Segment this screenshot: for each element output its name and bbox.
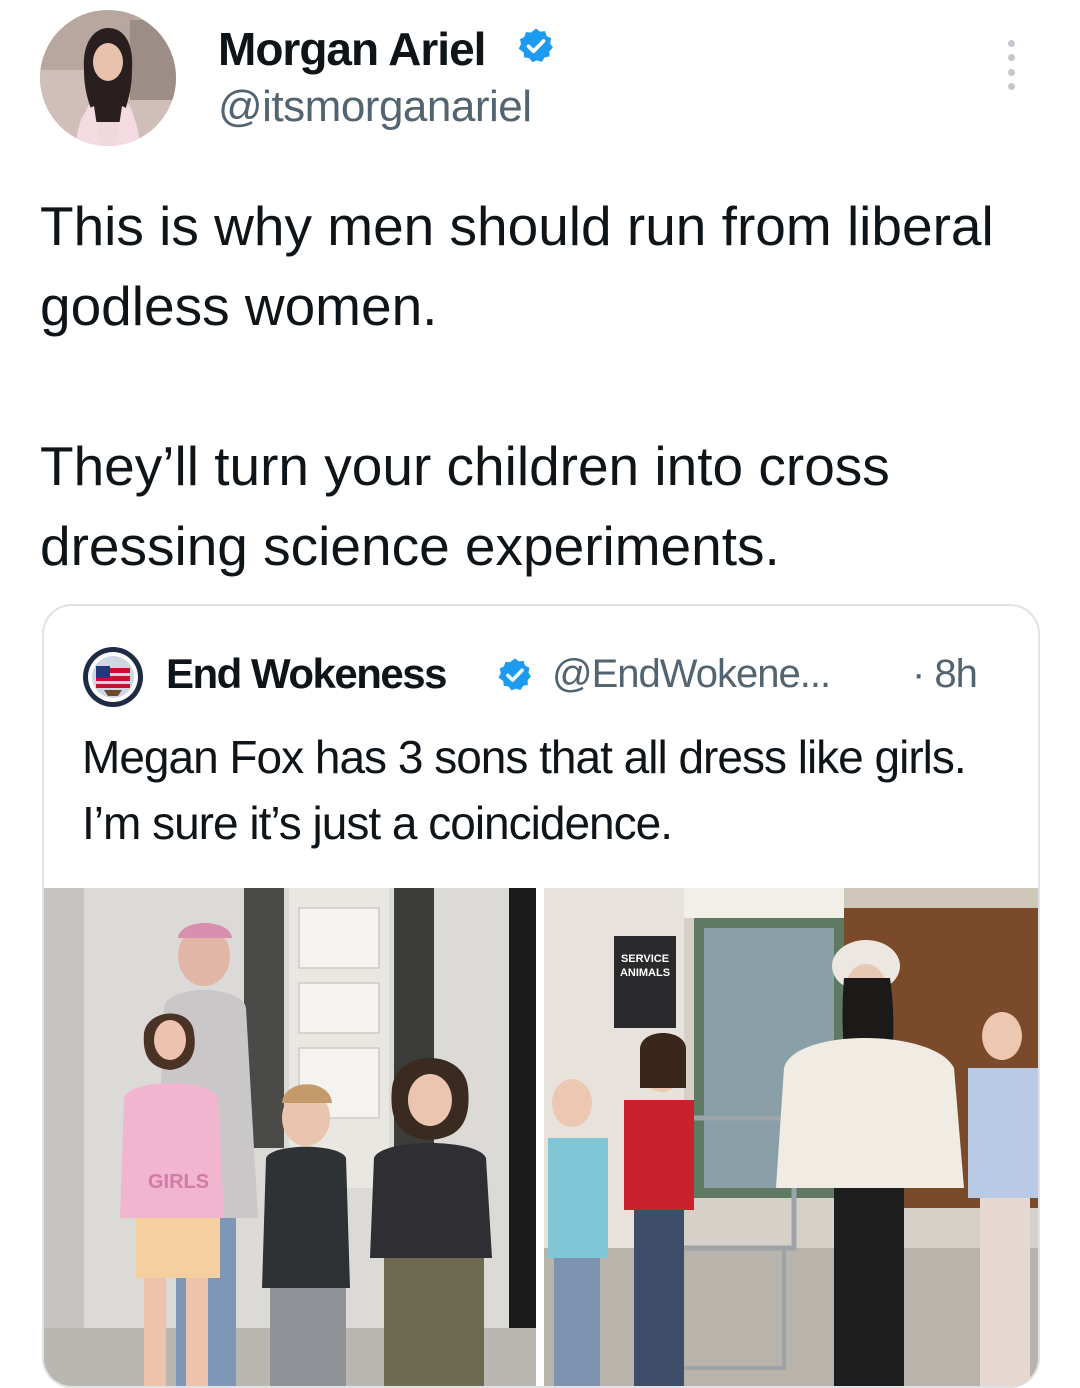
seal-logo-icon xyxy=(83,647,143,707)
quoted-tweet-media[interactable]: GIRLS SERVICE ANIMALS xyxy=(44,888,1038,1386)
svg-text:SERVICE: SERVICE xyxy=(621,953,669,965)
avatar-photo xyxy=(40,10,176,146)
quoted-tweet[interactable]: End Wokeness @EndWokene... · 8h Megan Fo… xyxy=(42,604,1040,1388)
quoted-author-avatar[interactable] xyxy=(82,646,144,708)
quoted-author-handle[interactable]: @EndWokene... xyxy=(552,652,831,697)
tweet-paragraph-1: This is why men should run from liberal … xyxy=(40,195,994,337)
family-photo-left: GIRLS xyxy=(44,888,536,1386)
author-handle[interactable]: @itsmorganariel xyxy=(218,82,532,132)
tweet-paragraph-2: They’ll turn your children into cross dr… xyxy=(40,435,890,577)
author-display-name[interactable]: Morgan Ariel xyxy=(218,22,486,76)
verified-badge-icon xyxy=(496,656,534,694)
media-photo-left[interactable]: GIRLS xyxy=(44,888,536,1386)
left-photo-shirt-text: GIRLS xyxy=(148,1171,209,1193)
author-avatar[interactable] xyxy=(40,10,176,146)
more-options-icon[interactable] xyxy=(996,40,1026,90)
media-photo-right[interactable]: SERVICE ANIMALS xyxy=(544,888,1038,1386)
svg-text:ANIMALS: ANIMALS xyxy=(620,967,670,979)
family-photo-right: SERVICE ANIMALS xyxy=(544,888,1038,1386)
svg-text:GIRLS: GIRLS xyxy=(148,1171,209,1193)
quoted-tweet-text: Megan Fox has 3 sons that all dress like… xyxy=(82,731,967,849)
quoted-tweet-time[interactable]: · 8h xyxy=(912,652,978,697)
tweet: Morgan Ariel @itsmorganariel This is why… xyxy=(0,0,1080,1388)
quoted-author-display-name[interactable]: End Wokeness xyxy=(166,650,447,698)
verified-badge-icon xyxy=(516,26,556,66)
tweet-body: This is why men should run from liberal … xyxy=(40,186,1050,586)
